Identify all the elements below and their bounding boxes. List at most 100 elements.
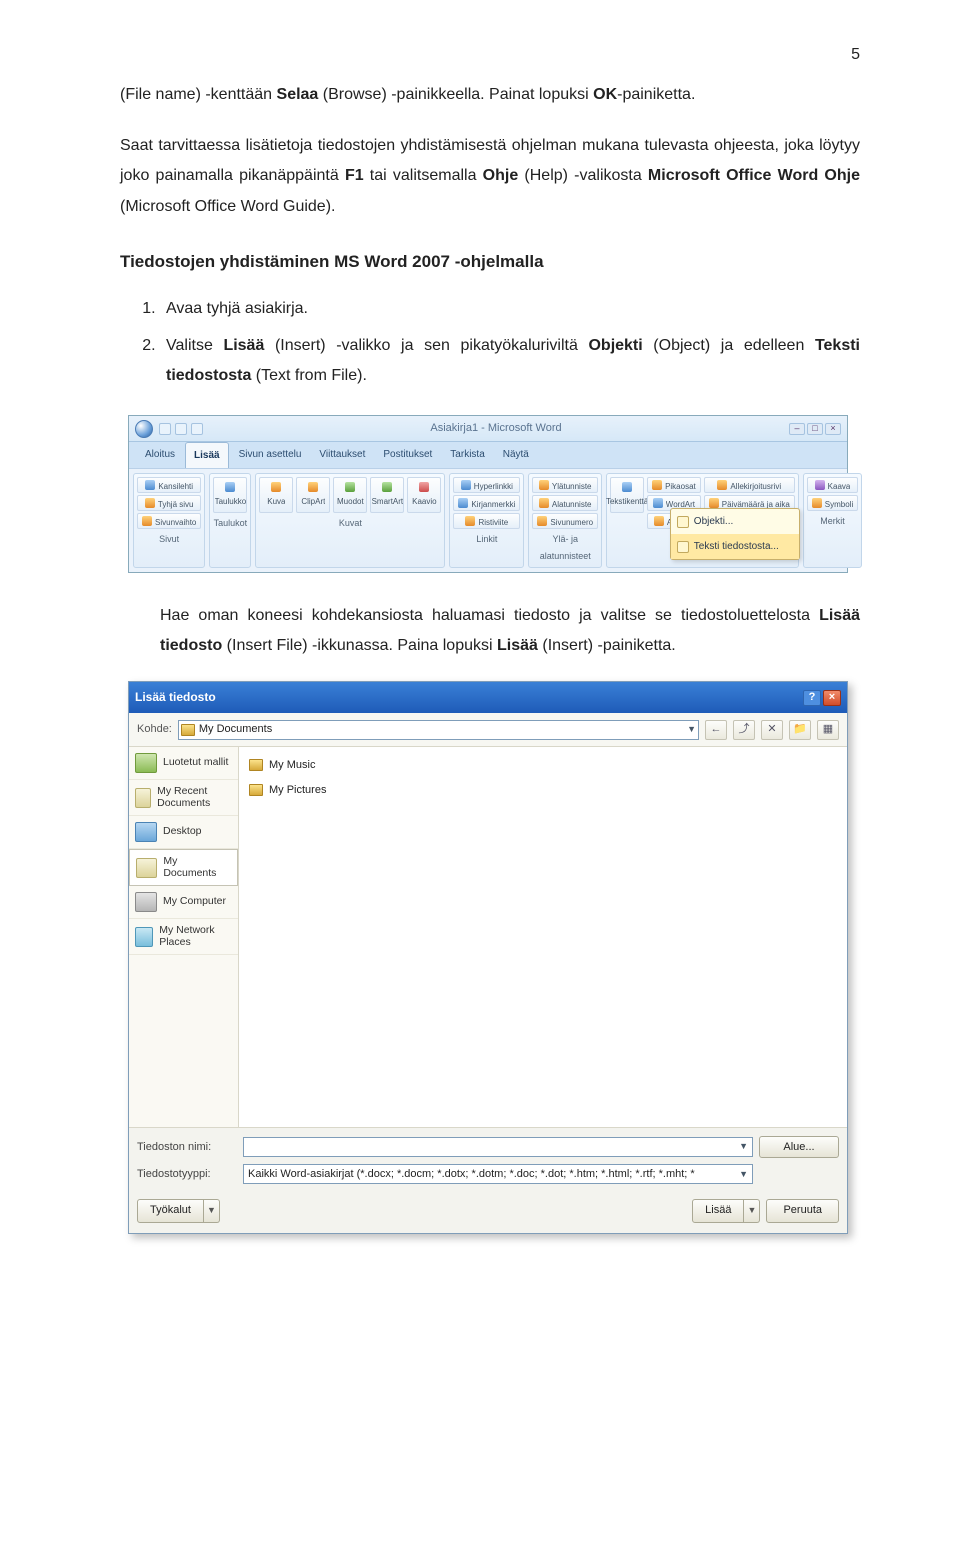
tab-home[interactable]: Aloitus bbox=[137, 442, 183, 468]
tools-button[interactable]: Työkalut ▼ bbox=[137, 1199, 220, 1223]
table-button[interactable]: Taulukko bbox=[213, 477, 247, 513]
place-label: Luotetut mallit bbox=[163, 757, 228, 769]
tab-references[interactable]: Viittaukset bbox=[311, 442, 373, 468]
page-break-button[interactable]: Sivunvaihto bbox=[137, 513, 201, 529]
tab-page-layout[interactable]: Sivun asettelu bbox=[231, 442, 310, 468]
pagenumber-button[interactable]: Sivunumero bbox=[532, 513, 598, 529]
menu-item-object[interactable]: Objekti... bbox=[671, 509, 799, 534]
symbol-button[interactable]: Symboli bbox=[807, 495, 858, 511]
help-icon[interactable]: ? bbox=[803, 690, 821, 706]
signature-button[interactable]: Allekirjoitusrivi bbox=[704, 477, 795, 493]
close-icon[interactable]: × bbox=[825, 423, 841, 435]
up-button[interactable]: ⤴ bbox=[733, 720, 755, 740]
text-file-icon bbox=[677, 541, 689, 553]
group-illustrations: Kuva ClipArt Muodot SmartArt Kaavio Kuva… bbox=[255, 473, 445, 567]
filetype-label: Tiedostotyyppi: bbox=[137, 1164, 237, 1185]
newfolder-button[interactable]: 📁 bbox=[789, 720, 811, 740]
group-label: Linkit bbox=[453, 529, 520, 548]
footer-button[interactable]: Alatunniste bbox=[532, 495, 598, 511]
folder-item[interactable]: My Music bbox=[249, 753, 837, 778]
text: OK bbox=[593, 86, 617, 103]
filename-input[interactable]: ▼ bbox=[243, 1137, 753, 1157]
paragraph-3: Hae oman koneesi kohdekansiosta haluamas… bbox=[120, 601, 860, 662]
insert-file-dialog: Lisää tiedosto ? × Kohde: My Documents ▼… bbox=[128, 681, 848, 1234]
picture-button[interactable]: Kuva bbox=[259, 477, 293, 513]
folder-item[interactable]: My Pictures bbox=[249, 778, 837, 803]
lookin-combo[interactable]: My Documents ▼ bbox=[178, 720, 699, 740]
page-number: 5 bbox=[120, 40, 860, 70]
chevron-down-icon: ▼ bbox=[687, 721, 696, 738]
file-list[interactable]: My Music My Pictures bbox=[239, 747, 847, 1127]
place-computer[interactable]: My Computer bbox=[129, 886, 238, 919]
views-button[interactable]: ▦ bbox=[817, 720, 839, 740]
chevron-down-icon: ▼ bbox=[204, 1199, 220, 1223]
chart-button[interactable]: Kaavio bbox=[407, 477, 441, 513]
text: (Insert) -valikko ja sen pikatyökalurivi… bbox=[264, 337, 588, 354]
chevron-down-icon: ▼ bbox=[744, 1199, 760, 1223]
cover-page-button[interactable]: Kansilehti bbox=[137, 477, 201, 493]
filename-label: Tiedoston nimi: bbox=[137, 1137, 237, 1158]
header-button[interactable]: Ylätunniste bbox=[532, 477, 598, 493]
place-label: My Network Places bbox=[159, 925, 232, 948]
place-desktop[interactable]: Desktop bbox=[129, 816, 238, 849]
group-headerfooter: Ylätunniste Alatunniste Sivunumero Ylä- … bbox=[528, 473, 602, 567]
text: (Insert) -painiketta. bbox=[538, 637, 676, 654]
menu-label: Teksti tiedostosta... bbox=[694, 537, 779, 556]
file-label: My Pictures bbox=[269, 780, 326, 801]
folder-icon bbox=[136, 858, 157, 878]
minimize-icon[interactable]: – bbox=[789, 423, 805, 435]
cancel-button[interactable]: Peruuta bbox=[766, 1199, 839, 1223]
section-heading: Tiedostojen yhdistäminen MS Word 2007 -o… bbox=[120, 246, 860, 278]
place-templates[interactable]: Luotetut mallit bbox=[129, 747, 238, 780]
tab-view[interactable]: Näytä bbox=[495, 442, 537, 468]
place-label: Desktop bbox=[163, 826, 202, 838]
quick-access-toolbar[interactable] bbox=[159, 423, 203, 435]
dialog-body: Luotetut mallit My Recent Documents Desk… bbox=[129, 747, 847, 1127]
text: tai valitsemalla bbox=[364, 167, 483, 184]
delete-button[interactable]: ✕ bbox=[761, 720, 783, 740]
folder-icon bbox=[135, 753, 157, 773]
textbox-button[interactable]: Tekstikenttä bbox=[610, 477, 644, 513]
smartart-button[interactable]: SmartArt bbox=[370, 477, 404, 513]
ribbon-tabs: Aloitus Lisää Sivun asettelu Viittaukset… bbox=[129, 442, 847, 468]
document-title: Asiakirja1 - Microsoft Word bbox=[209, 418, 783, 439]
place-label: My Documents bbox=[163, 856, 231, 879]
office-button-icon[interactable] bbox=[135, 420, 153, 438]
back-button[interactable]: ← bbox=[705, 720, 727, 740]
group-symbols: Kaava Symboli Merkit bbox=[803, 473, 862, 567]
range-button[interactable]: Alue... bbox=[759, 1136, 839, 1158]
hyperlink-button[interactable]: Hyperlinkki bbox=[453, 477, 520, 493]
quickparts-button[interactable]: Pikaosat bbox=[647, 477, 701, 493]
close-icon[interactable]: × bbox=[823, 690, 841, 706]
place-network[interactable]: My Network Places bbox=[129, 919, 238, 955]
network-icon bbox=[135, 927, 153, 947]
text: (Text from File). bbox=[251, 367, 367, 384]
ribbon-body: Kansilehti Tyhjä sivu Sivunvaihto Sivut … bbox=[129, 468, 847, 571]
filetype-combo[interactable]: Kaikki Word-asiakirjat (*.docx; *.docm; … bbox=[243, 1164, 753, 1184]
bookmark-button[interactable]: Kirjanmerkki bbox=[453, 495, 520, 511]
text: F1 bbox=[345, 167, 364, 184]
crossref-button[interactable]: Ristiviite bbox=[453, 513, 520, 529]
insert-button[interactable]: Lisää ▼ bbox=[692, 1199, 760, 1223]
shapes-button[interactable]: Muodot bbox=[333, 477, 367, 513]
clipart-button[interactable]: ClipArt bbox=[296, 477, 330, 513]
tools-label: Työkalut bbox=[137, 1199, 204, 1223]
equation-button[interactable]: Kaava bbox=[807, 477, 858, 493]
text: (Microsoft Office Word Guide). bbox=[120, 198, 335, 215]
place-documents[interactable]: My Documents bbox=[129, 849, 238, 886]
dialog-bottom: Tiedoston nimi: ▼ Alue... Tiedostotyyppi… bbox=[129, 1127, 847, 1193]
tab-mailings[interactable]: Postitukset bbox=[375, 442, 440, 468]
object-dropdown-menu: Objekti... Teksti tiedostosta... bbox=[670, 508, 800, 560]
group-label: Merkit bbox=[807, 511, 858, 530]
group-text: Tekstikenttä Pikaosat WordArt Anfangi Al… bbox=[606, 473, 799, 567]
object-icon bbox=[677, 516, 689, 528]
group-tables: Taulukko Taulukot bbox=[209, 473, 251, 567]
blank-page-button[interactable]: Tyhjä sivu bbox=[137, 495, 201, 511]
menu-item-text-from-file[interactable]: Teksti tiedostosta... bbox=[671, 534, 799, 559]
maximize-icon[interactable]: □ bbox=[807, 423, 823, 435]
place-recent[interactable]: My Recent Documents bbox=[129, 780, 238, 816]
tab-review[interactable]: Tarkista bbox=[442, 442, 492, 468]
folder-icon bbox=[135, 788, 151, 808]
tab-insert[interactable]: Lisää bbox=[185, 442, 229, 468]
dialog-titlebar: Lisää tiedosto ? × bbox=[129, 682, 847, 713]
